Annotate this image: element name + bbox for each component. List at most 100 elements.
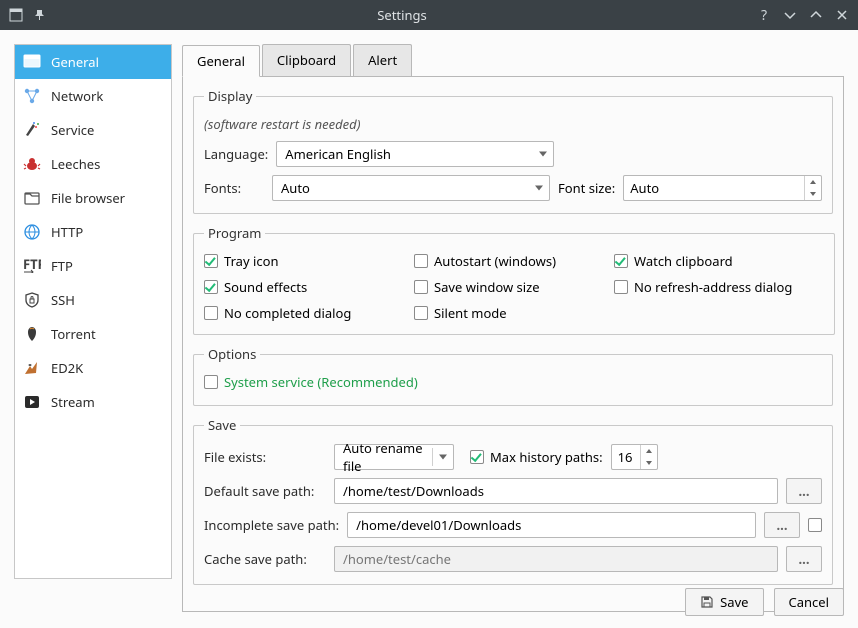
sidebar-item-torrent[interactable]: Torrent: [15, 317, 171, 351]
spin-up[interactable]: [805, 176, 821, 188]
fontsize-label: Font size:: [558, 179, 615, 197]
footer: Save Cancel: [685, 588, 844, 616]
file-exists-label: File exists:: [204, 448, 326, 466]
spin-down[interactable]: [805, 188, 821, 200]
options-group: Options System service (Recommended): [193, 345, 833, 406]
browse-cache-button[interactable]: ...: [786, 546, 822, 572]
check-silent-mode[interactable]: Silent mode: [414, 304, 604, 322]
checkbox-icon: [470, 450, 484, 464]
cache-path-label: Cache save path:: [204, 550, 326, 568]
default-path-label: Default save path:: [204, 482, 326, 500]
checkbox-icon: [614, 280, 628, 294]
check-system-service[interactable]: System service (Recommended): [204, 373, 418, 391]
network-icon: [23, 87, 41, 105]
cache-path-input[interactable]: [334, 546, 778, 572]
http-icon: [23, 223, 41, 241]
ellipsis-icon: ...: [777, 516, 788, 534]
fontsize-input[interactable]: [624, 176, 804, 200]
default-path-input[interactable]: [334, 478, 778, 504]
sidebar-item-label: FTP: [51, 257, 73, 275]
check-label: Sound effects: [224, 278, 307, 296]
sidebar-item-service[interactable]: Service: [15, 113, 171, 147]
check-no-refresh-dialog[interactable]: No refresh-address dialog: [614, 278, 824, 296]
sidebar-item-label: Leeches: [51, 155, 100, 173]
cancel-button[interactable]: Cancel: [774, 588, 844, 616]
check-tray-icon[interactable]: Tray icon: [204, 252, 404, 270]
pin-icon[interactable]: [32, 7, 48, 23]
check-no-completed-dialog[interactable]: No completed dialog: [204, 304, 404, 322]
file-browser-icon: [23, 189, 41, 207]
service-icon: [23, 121, 41, 139]
incomplete-path-input[interactable]: [347, 512, 756, 538]
titlebar: Settings ?: [0, 0, 858, 30]
sidebar-item-label: Torrent: [51, 325, 96, 343]
tab-label: Alert: [368, 51, 397, 69]
language-label: Language:: [204, 145, 268, 163]
check-sound-effects[interactable]: Sound effects: [204, 278, 404, 296]
spin-down[interactable]: [641, 457, 657, 469]
program-group: Program Tray icon Autostart (windows) Wa…: [193, 224, 835, 335]
sidebar: General Network Service Leeches File bro…: [14, 44, 172, 579]
save-button[interactable]: Save: [685, 588, 763, 616]
sidebar-item-ftp[interactable]: FTP FTP: [15, 249, 171, 283]
fonts-select[interactable]: Auto: [272, 175, 550, 201]
sidebar-item-label: SSH: [51, 291, 75, 309]
cancel-button-label: Cancel: [789, 593, 829, 611]
stream-icon: [23, 393, 41, 411]
fonts-value: Auto: [281, 179, 310, 197]
sidebar-item-leeches[interactable]: Leeches: [15, 147, 171, 181]
minimize-icon[interactable]: [782, 7, 798, 23]
sidebar-item-label: HTTP: [51, 223, 83, 241]
check-label: Tray icon: [224, 252, 278, 270]
ellipsis-icon: ...: [799, 482, 810, 500]
checkbox-icon: [414, 306, 428, 320]
check-max-history[interactable]: Max history paths:: [470, 448, 603, 466]
tab-panel: Display (software restart is needed) Lan…: [182, 76, 844, 612]
sidebar-item-stream[interactable]: Stream: [15, 385, 171, 419]
fontsize-spin[interactable]: [623, 175, 822, 201]
torrent-icon: [23, 325, 41, 343]
checkbox-icon: [204, 280, 218, 294]
check-watch-clipboard[interactable]: Watch clipboard: [614, 252, 824, 270]
check-autostart[interactable]: Autostart (windows): [414, 252, 604, 270]
save-icon: [700, 595, 714, 609]
tabs: General Clipboard Alert: [182, 44, 844, 76]
tab-general[interactable]: General: [182, 45, 260, 77]
app-menu-icon[interactable]: [8, 7, 24, 23]
checkbox-icon: [204, 375, 218, 389]
sidebar-item-label: General: [51, 53, 99, 71]
save-group: Save File exists: Auto rename file Max h…: [193, 416, 833, 585]
maximize-icon[interactable]: [808, 7, 824, 23]
save-button-label: Save: [720, 593, 748, 611]
sidebar-item-file-browser[interactable]: File browser: [15, 181, 171, 215]
checkbox-icon: [414, 280, 428, 294]
check-label: No refresh-address dialog: [634, 278, 792, 296]
file-exists-select[interactable]: Auto rename file: [334, 444, 454, 470]
max-history-spin[interactable]: [611, 444, 658, 470]
sidebar-item-network[interactable]: Network: [15, 79, 171, 113]
help-icon[interactable]: ?: [756, 7, 772, 23]
tab-clipboard[interactable]: Clipboard: [262, 44, 351, 76]
sidebar-item-general[interactable]: General: [15, 45, 171, 79]
options-legend: Options: [204, 345, 260, 363]
chevron-down-icon: [439, 455, 447, 460]
browse-default-button[interactable]: ...: [786, 478, 822, 504]
program-legend: Program: [204, 224, 265, 242]
sidebar-item-label: Service: [51, 121, 94, 139]
tab-label: Clipboard: [277, 51, 336, 69]
sidebar-item-http[interactable]: HTTP: [15, 215, 171, 249]
ssh-icon: [23, 291, 41, 309]
language-select[interactable]: American English: [276, 141, 554, 167]
incomplete-enable-checkbox[interactable]: [808, 518, 822, 532]
check-label: System service (Recommended): [224, 373, 418, 391]
sidebar-item-label: Network: [51, 87, 103, 105]
spin-up[interactable]: [641, 445, 657, 457]
close-icon[interactable]: [834, 7, 850, 23]
max-history-input[interactable]: [612, 445, 640, 469]
sidebar-item-ssh[interactable]: SSH: [15, 283, 171, 317]
sidebar-item-ed2k[interactable]: ED2K: [15, 351, 171, 385]
tab-alert[interactable]: Alert: [353, 44, 412, 76]
sidebar-item-label: Stream: [51, 393, 95, 411]
browse-incomplete-button[interactable]: ...: [764, 512, 800, 538]
check-save-window-size[interactable]: Save window size: [414, 278, 604, 296]
